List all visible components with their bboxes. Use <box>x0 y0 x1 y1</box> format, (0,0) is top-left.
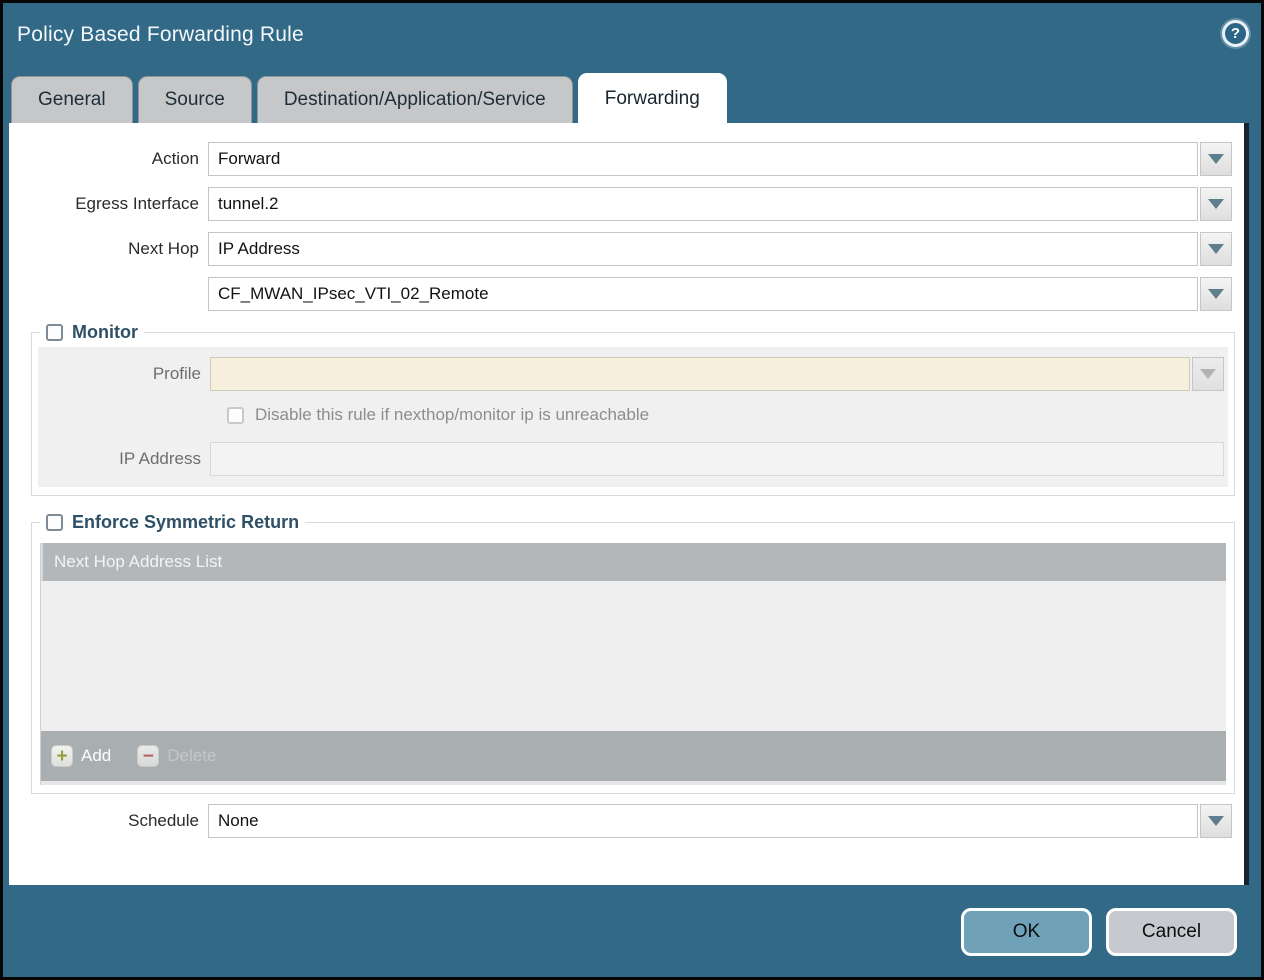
cancel-button[interactable]: Cancel <box>1106 908 1237 956</box>
monitor-ip-address-row: IP Address <box>38 442 1224 475</box>
schedule-label: Schedule <box>9 811 208 831</box>
help-icon[interactable]: ? <box>1222 20 1249 47</box>
disable-rule-checkbox[interactable] <box>227 407 244 424</box>
egress-interface-dropdown-button[interactable] <box>1200 187 1232 221</box>
dialog-title: Policy Based Forwarding Rule <box>17 23 304 47</box>
next-hop-type-select[interactable]: IP Address <box>208 232 1198 266</box>
egress-interface-value: tunnel.2 <box>218 194 279 214</box>
dialog-footer: OK Cancel <box>3 885 1261 977</box>
action-value: Forward <box>218 149 280 169</box>
profile-select[interactable] <box>210 357 1190 391</box>
next-hop-address-select[interactable]: CF_MWAN_IPsec_VTI_02_Remote <box>208 277 1198 311</box>
egress-interface-label: Egress Interface <box>9 194 208 214</box>
action-select[interactable]: Forward <box>208 142 1198 176</box>
chevron-down-icon <box>1208 244 1224 254</box>
tab-source[interactable]: Source <box>138 76 252 123</box>
disable-rule-row: Disable this rule if nexthop/monitor ip … <box>227 403 1224 427</box>
next-hop-address-table: Next Hop Address List + Add − Delete <box>40 543 1226 785</box>
minus-icon: − <box>137 745 159 767</box>
delete-button-label: Delete <box>167 746 216 766</box>
table-bottom-strip <box>41 781 1226 785</box>
enforce-symmetric-return-title: Enforce Symmetric Return <box>72 512 299 533</box>
action-label: Action <box>9 149 208 169</box>
tab-forwarding[interactable]: Forwarding <box>578 73 727 123</box>
chevron-down-icon <box>1208 289 1224 299</box>
delete-button[interactable]: − Delete <box>137 745 216 767</box>
egress-interface-row: Egress Interface tunnel.2 <box>9 187 1232 221</box>
chevron-down-icon <box>1200 369 1216 379</box>
chevron-down-icon <box>1208 816 1224 826</box>
monitor-title: Monitor <box>72 322 138 343</box>
schedule-select[interactable]: None <box>208 804 1198 838</box>
tab-bar: General Source Destination/Application/S… <box>11 73 727 123</box>
next-hop-label: Next Hop <box>9 239 208 259</box>
next-hop-address-row: CF_MWAN_IPsec_VTI_02_Remote <box>9 277 1232 311</box>
profile-dropdown-button <box>1192 357 1224 391</box>
enforce-symmetric-return-section: Enforce Symmetric Return Next Hop Addres… <box>31 512 1235 794</box>
tab-destination-application-service[interactable]: Destination/Application/Service <box>257 76 573 123</box>
forwarding-tab-panel: Action Forward Egress Interface tunnel.2 <box>9 123 1249 885</box>
next-hop-address-list-header: Next Hop Address List <box>41 543 1226 581</box>
dialog-titlebar: Policy Based Forwarding Rule ? <box>3 3 1261 73</box>
next-hop-dropdown-button[interactable] <box>1200 232 1232 266</box>
enforce-symmetric-return-legend: Enforce Symmetric Return <box>40 512 305 533</box>
next-hop-address-list-toolbar: + Add − Delete <box>41 731 1226 781</box>
plus-icon: + <box>51 745 73 767</box>
add-button-label: Add <box>81 746 111 766</box>
egress-interface-select[interactable]: tunnel.2 <box>208 187 1198 221</box>
chevron-down-icon <box>1208 199 1224 209</box>
monitor-panel: Profile Disable this rule if nexthop/mon… <box>38 347 1228 487</box>
tab-general[interactable]: General <box>11 76 133 123</box>
ok-button[interactable]: OK <box>961 908 1092 956</box>
profile-label: Profile <box>38 364 210 384</box>
schedule-value: None <box>218 811 259 831</box>
next-hop-address-dropdown-button[interactable] <box>1200 277 1232 311</box>
schedule-row: Schedule None <box>9 804 1232 838</box>
monitor-legend: Monitor <box>40 322 144 343</box>
pbf-rule-dialog: Policy Based Forwarding Rule ? General S… <box>0 0 1264 980</box>
disable-rule-label: Disable this rule if nexthop/monitor ip … <box>255 405 649 425</box>
action-row: Action Forward <box>9 142 1232 176</box>
monitor-checkbox[interactable] <box>46 324 63 341</box>
next-hop-type-value: IP Address <box>218 239 300 259</box>
next-hop-address-value: CF_MWAN_IPsec_VTI_02_Remote <box>218 284 489 304</box>
next-hop-address-list-body[interactable] <box>41 581 1226 731</box>
enforce-symmetric-return-checkbox[interactable] <box>46 514 63 531</box>
chevron-down-icon <box>1208 154 1224 164</box>
monitor-ip-address-label: IP Address <box>38 449 210 469</box>
next-hop-row: Next Hop IP Address <box>9 232 1232 266</box>
add-button[interactable]: + Add <box>51 745 111 767</box>
monitor-ip-address-input[interactable] <box>210 442 1224 476</box>
schedule-dropdown-button[interactable] <box>1200 804 1232 838</box>
profile-row: Profile <box>38 357 1224 390</box>
action-dropdown-button[interactable] <box>1200 142 1232 176</box>
monitor-section: Monitor Profile Disable this rule if nex… <box>31 322 1235 496</box>
